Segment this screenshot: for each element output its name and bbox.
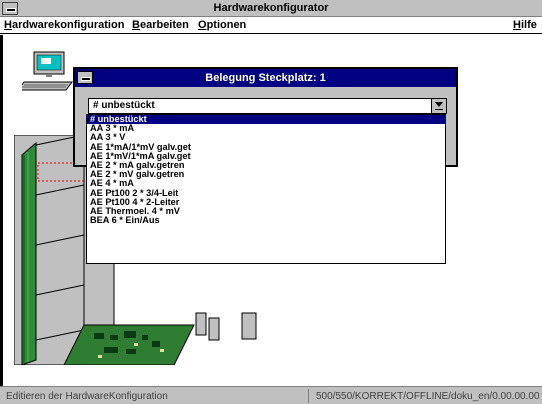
status-info: 500/550/KORREKT/OFFLINE/doku_en/0.00.00.… bbox=[316, 391, 540, 402]
list-item[interactable]: AE Thermoel. 4 * mV bbox=[87, 207, 445, 216]
status-message: Editieren der HardwareKonfiguration bbox=[6, 391, 168, 402]
list-item[interactable]: AE Pt100 4 * 2-Leiter bbox=[87, 198, 445, 207]
module-combobox[interactable]: # unbestückt bbox=[88, 98, 447, 114]
list-item[interactable]: AE 2 * mV galv.getren bbox=[87, 170, 445, 179]
dialog-title: Belegung Steckplatz: 1 bbox=[205, 72, 326, 84]
menu-hardwarekonfiguration-rest: ardwarekonfiguration bbox=[11, 19, 125, 31]
menu-bearbeiten-rest: earbeiten bbox=[139, 19, 189, 31]
list-item[interactable]: BEA 6 * Ein/Aus bbox=[87, 216, 445, 225]
list-item[interactable]: AA 3 * mA bbox=[87, 124, 445, 133]
menu-bearbeiten[interactable]: Bearbeiten bbox=[132, 19, 189, 31]
list-item[interactable]: AE 2 * mA galv.getren bbox=[87, 161, 445, 170]
list-item[interactable]: AE 4 * mA bbox=[87, 179, 445, 188]
window-title: Hardwarekonfigurator bbox=[213, 2, 329, 14]
menu-hilfe[interactable]: Hilfe bbox=[513, 19, 537, 31]
module-dropdown-list[interactable]: # unbestückt AA 3 * mA AA 3 * V AE 1*mA/… bbox=[86, 114, 446, 264]
menu-optionen-rest: ptionen bbox=[206, 19, 247, 31]
menu-hardwarekonfiguration[interactable]: Hardwarekonfiguration bbox=[4, 19, 124, 31]
list-item[interactable]: # unbestückt bbox=[87, 115, 445, 125]
window-left-border bbox=[0, 35, 3, 386]
menu-optionen[interactable]: Optionen bbox=[198, 19, 246, 31]
menu-bar: Hardwarekonfiguration Bearbeiten Optione… bbox=[0, 17, 542, 34]
list-item[interactable]: AE Pt100 2 * 3/4-Leit bbox=[87, 189, 445, 198]
menu-hilfe-rest: ilfe bbox=[520, 19, 537, 31]
module-combobox-value: # unbestückt bbox=[93, 100, 155, 111]
list-item[interactable]: AA 3 * V bbox=[87, 133, 445, 142]
dialog-titlebar: Belegung Steckplatz: 1 bbox=[75, 69, 456, 87]
list-item[interactable]: AE 1*mV/1*mA galv.get bbox=[87, 152, 445, 161]
status-bar: Editieren der HardwareKonfiguration 500/… bbox=[0, 386, 542, 404]
chevron-down-icon[interactable] bbox=[431, 99, 446, 113]
status-separator bbox=[308, 389, 309, 403]
main-titlebar: Hardwarekonfigurator bbox=[0, 0, 542, 17]
list-item[interactable]: AE 1*mA/1*mV galv.get bbox=[87, 143, 445, 152]
